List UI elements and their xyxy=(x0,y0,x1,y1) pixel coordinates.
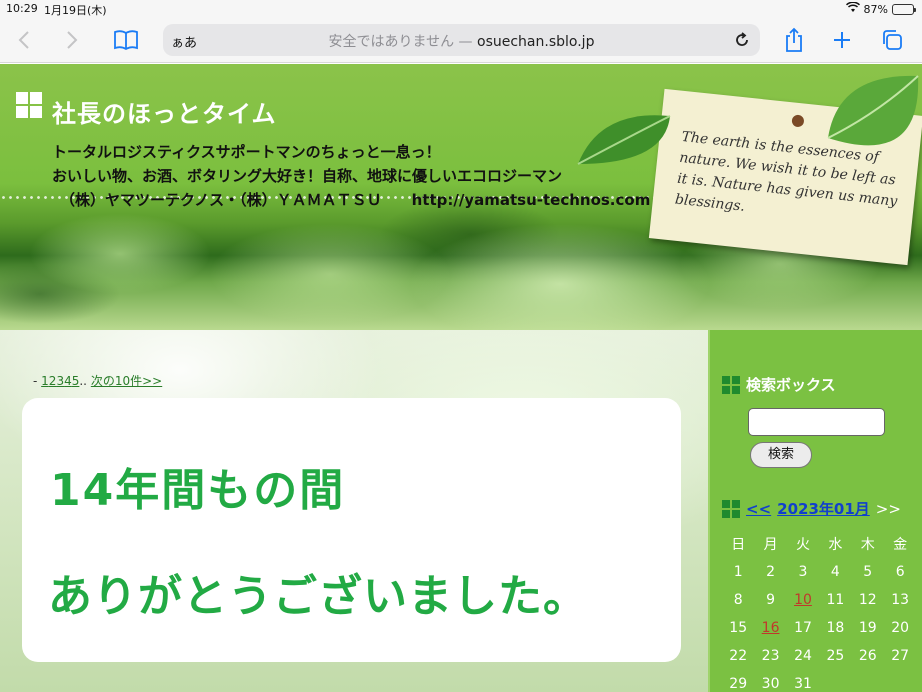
back-icon[interactable] xyxy=(10,26,38,54)
calendar-day: 22 xyxy=(729,648,748,664)
calendar-prev-link[interactable]: << xyxy=(746,500,771,518)
search-button[interactable]: 検索 xyxy=(750,442,812,468)
weekday-label: 火 xyxy=(795,537,810,553)
battery-icon xyxy=(892,3,916,15)
web-page: 社長のほっとタイム トータルロジスティクスサポートマンのちょっと一息っ！ おいし… xyxy=(0,64,922,692)
url-display[interactable]: 安全ではありません — osuechan.sblo.jp xyxy=(163,31,760,51)
section-grid-icon xyxy=(722,499,740,518)
status-time: 10:29 xyxy=(6,2,38,15)
address-bar[interactable]: ぁあ 安全ではありません — osuechan.sblo.jp xyxy=(163,24,760,56)
calendar-day: 19 xyxy=(858,620,877,636)
calendar-grid: 日 月 火 水 木 金 1 2 3 4 5 6 8 9 10 11 12 13 … xyxy=(722,530,922,692)
calendar-day: 9 xyxy=(766,592,776,608)
calendar-day: 15 xyxy=(729,620,748,636)
weekday-label: 木 xyxy=(860,537,875,553)
calendar-day: 3 xyxy=(798,564,808,580)
calendar-week: 8 9 10 11 12 13 xyxy=(722,586,922,614)
calendar-day: 2 xyxy=(766,564,776,580)
calendar-week: 22 23 24 25 26 27 xyxy=(722,642,922,670)
calendar-day: 5 xyxy=(863,564,873,580)
insecure-warning: 安全ではありません — xyxy=(328,34,473,50)
status-date: 1月19日(木) xyxy=(44,4,107,17)
calendar-day: 20 xyxy=(891,620,910,636)
section-grid-icon xyxy=(722,375,740,394)
blog-header: 社長のほっとタイム トータルロジスティクスサポートマンのちょっと一息っ！ おいし… xyxy=(0,64,922,330)
weekday-label: 金 xyxy=(893,537,908,553)
sidebar: 検索ボックス 検索 << 2023年01月 >> 日 月 火 水 木 金 1 2… xyxy=(708,330,922,692)
calendar-day: 29 xyxy=(729,676,748,692)
next-page-link[interactable]: 次の10件>> xyxy=(91,374,162,388)
calendar-day-link[interactable]: 16 xyxy=(754,620,786,636)
calendar-day: 18 xyxy=(826,620,845,636)
pagination-prefix: - xyxy=(33,374,42,388)
pagination-ellipsis: .. xyxy=(79,374,87,388)
calendar-day-link[interactable]: 10 xyxy=(787,592,819,608)
calendar-week: 15 16 17 18 19 20 xyxy=(722,614,922,642)
calendar-heading: << 2023年01月 >> xyxy=(722,498,901,519)
blog-desc-line1: トータルロジスティクスサポートマンのちょっと一息っ！ xyxy=(52,143,441,161)
battery-percent: 87% xyxy=(863,2,888,16)
weekday-label: 水 xyxy=(828,537,843,553)
new-tab-icon[interactable] xyxy=(828,26,856,54)
blog-logo-icon xyxy=(16,92,42,118)
search-box-title: 検索ボックス xyxy=(746,376,836,394)
calendar-week: 1 2 3 4 5 6 xyxy=(722,558,922,586)
calendar-day: 1 xyxy=(733,564,743,580)
calendar-day: 30 xyxy=(761,676,780,692)
blog-description: トータルロジスティクスサポートマンのちょっと一息っ！ おいしい物、お酒、ボタリン… xyxy=(52,140,650,212)
main-content: - 12345.. 次の10件>> 14年間もの間 ありがとうございました。 xyxy=(0,330,708,692)
tabs-icon[interactable] xyxy=(878,26,906,54)
status-indicators: 87% xyxy=(845,1,916,16)
weekday-label: 日 xyxy=(731,537,746,553)
post-message-line1: 14年間もの間 xyxy=(50,465,346,516)
calendar-day: 13 xyxy=(891,592,910,608)
blog-desc-line2: おいしい物、お酒、ボタリング大好き！自称、地球に優しいエコロジーマン xyxy=(52,167,563,185)
calendar-day: 25 xyxy=(826,648,845,664)
weekday-label: 月 xyxy=(763,537,778,553)
forward-icon[interactable] xyxy=(58,26,86,54)
reload-icon[interactable] xyxy=(732,30,752,50)
page-link-4[interactable]: 4 xyxy=(64,374,72,388)
leaf-icon xyxy=(827,75,919,146)
leaf-icon xyxy=(577,115,671,165)
calendar-day: 12 xyxy=(858,592,877,608)
status-bar: 10:29 1月19日(木) 87% xyxy=(0,0,922,18)
page-link-1[interactable]: 1 xyxy=(41,374,49,388)
share-icon[interactable] xyxy=(780,26,808,54)
calendar-day: 24 xyxy=(794,648,812,664)
calendar-next: >> xyxy=(875,499,901,518)
post-message-line2: ありがとうございました。 xyxy=(48,571,588,622)
calendar-day: 6 xyxy=(895,564,905,580)
calendar-weekday-row: 日 月 火 水 木 金 xyxy=(722,530,922,558)
browser-toolbar: ぁあ 安全ではありません — osuechan.sblo.jp xyxy=(0,18,922,63)
page-link-3[interactable]: 3 xyxy=(56,374,64,388)
calendar-day: 26 xyxy=(858,648,877,664)
pagination: - 12345.. 次の10件>> xyxy=(33,372,162,389)
calendar-month-link[interactable]: 2023年01月 xyxy=(777,498,870,519)
wifi-icon xyxy=(845,1,860,16)
pin-icon xyxy=(791,114,805,128)
blog-desc-line3: （株）ヤマツーテクノス・（株）ＹＡＭＡＴＳＵ http://yamatsu-te… xyxy=(60,191,651,209)
calendar-day: 31 xyxy=(794,676,812,692)
blog-title[interactable]: 社長のほっとタイム xyxy=(52,94,277,129)
url-domain: osuechan.sblo.jp xyxy=(477,34,595,50)
calendar-day: 17 xyxy=(794,620,812,636)
search-box-heading: 検索ボックス xyxy=(722,374,836,395)
calendar-day: 8 xyxy=(733,592,743,608)
calendar-day: 23 xyxy=(761,648,780,664)
calendar-week: 29 30 31 xyxy=(722,670,922,692)
calendar-day: 27 xyxy=(891,648,910,664)
post-card: 14年間もの間 ありがとうございました。 xyxy=(22,398,681,662)
search-input[interactable] xyxy=(748,408,885,436)
calendar-day: 4 xyxy=(830,564,840,580)
calendar-day: 11 xyxy=(826,592,845,608)
bookmarks-icon[interactable] xyxy=(112,26,140,54)
